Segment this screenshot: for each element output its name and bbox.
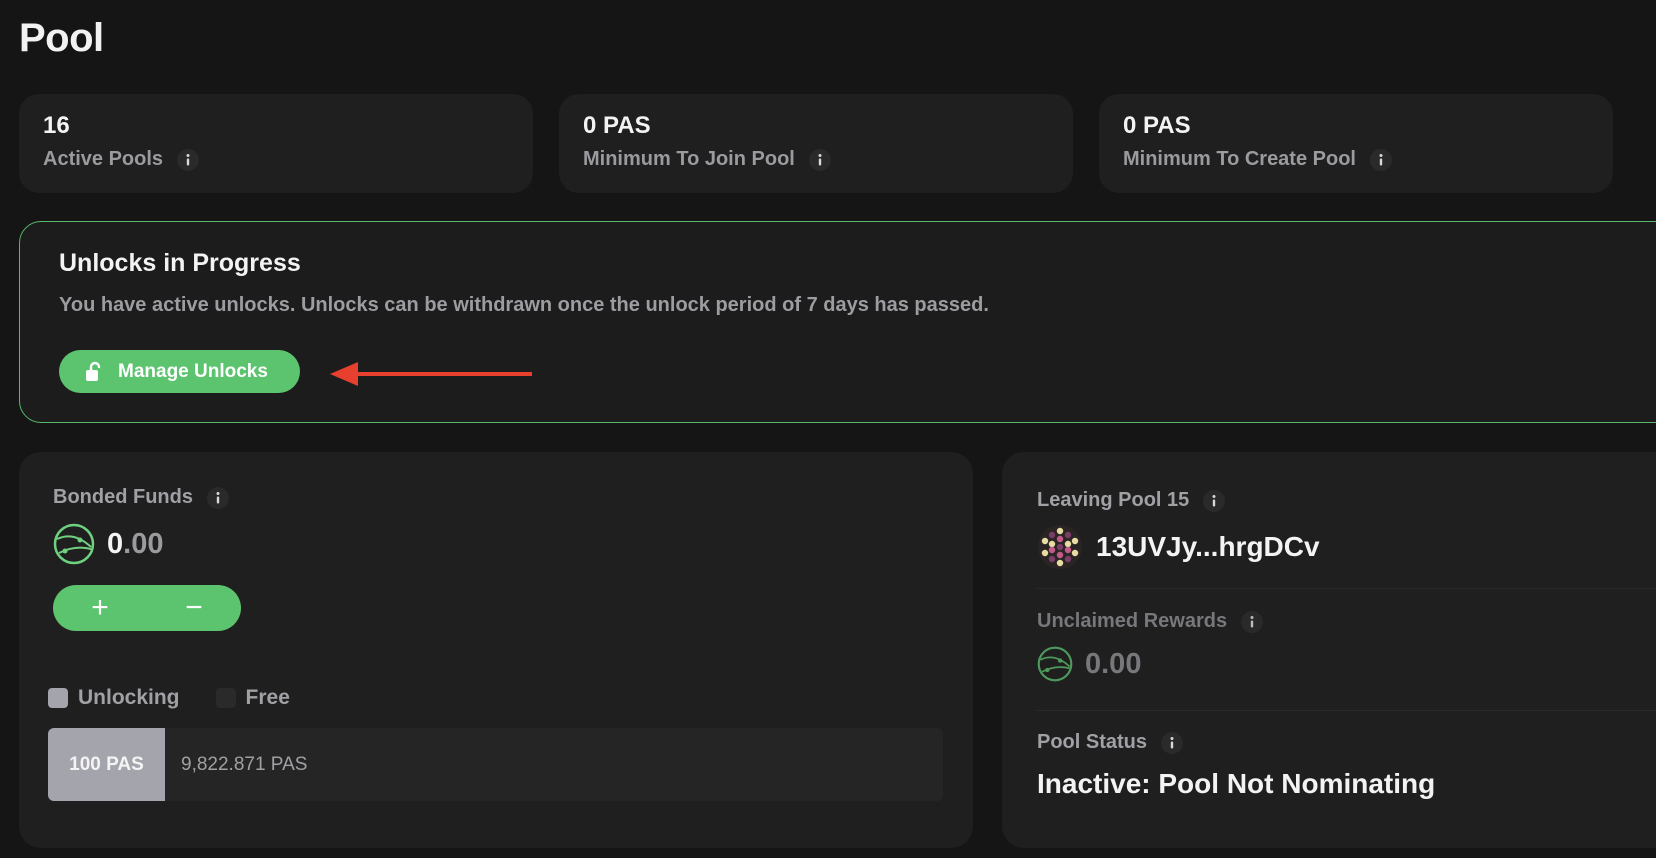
- info-icon[interactable]: [1241, 610, 1264, 633]
- stat-label: Active Pools: [43, 148, 164, 170]
- stat-card-active-pools: 16 Active Pools: [19, 94, 533, 193]
- unbond-button[interactable]: −: [147, 585, 241, 631]
- stat-label: Minimum To Create Pool: [1123, 148, 1356, 170]
- lock-open-icon: [86, 361, 101, 381]
- pool-membership-card: Leaving Pool 15 13UVJy...hrgDCv Unclaime…: [1002, 452, 1656, 848]
- unclaimed-rewards-label: Unclaimed Rewards: [1037, 610, 1228, 632]
- balance-bar: 100 PAS 9,822.871 PAS: [48, 728, 943, 801]
- pool-avatar-icon: [1038, 525, 1082, 569]
- info-icon[interactable]: [1369, 148, 1392, 171]
- stat-value: 0 PAS: [1123, 112, 1191, 139]
- info-icon[interactable]: [206, 486, 229, 509]
- pool-status-label: Pool Status: [1037, 731, 1148, 753]
- unlocks-description: You have active unlocks. Unlocks can be …: [59, 294, 989, 316]
- bonded-funds-card: Bonded Funds 0.00 + − Unlocking Free 100…: [19, 452, 973, 848]
- info-icon[interactable]: [1203, 489, 1226, 512]
- unlocks-title: Unlocks in Progress: [59, 249, 301, 277]
- manage-unlocks-label: Manage Unlocks: [118, 360, 268, 382]
- bonded-amount: 0.00: [107, 527, 164, 560]
- legend-label: Unlocking: [78, 686, 180, 709]
- token-icon: [1037, 646, 1073, 682]
- stat-card-min-create: 0 PAS Minimum To Create Pool: [1099, 94, 1613, 193]
- legend-label: Free: [245, 686, 290, 709]
- legend-swatch: [48, 688, 68, 708]
- bar-segment-free: 9,822.871 PAS: [181, 753, 308, 775]
- info-icon[interactable]: [177, 148, 200, 171]
- bar-segment-unlocking: 100 PAS: [48, 728, 165, 801]
- legend-swatch: [215, 688, 236, 708]
- arrow-icon: [330, 362, 532, 386]
- divider: [1037, 588, 1656, 589]
- token-icon: [53, 523, 95, 565]
- bond-button-group: + −: [53, 585, 241, 631]
- page-title: Pool: [19, 16, 104, 60]
- leaving-pool-label: Leaving Pool 15: [1037, 489, 1190, 511]
- divider: [1037, 710, 1656, 711]
- stat-card-min-join: 0 PAS Minimum To Join Pool: [559, 94, 1073, 193]
- pool-status-value: Inactive: Pool Not Nominating: [1037, 768, 1436, 799]
- pool-page: Pool 16 Active Pools 0 PAS Minimum To Jo…: [0, 0, 1656, 858]
- stat-value: 0 PAS: [583, 112, 651, 139]
- pool-address[interactable]: 13UVJy...hrgDCv: [1096, 531, 1320, 563]
- legend-item-free: Free: [215, 686, 290, 710]
- bond-more-button[interactable]: +: [53, 585, 147, 631]
- unlocks-card: Unlocks in Progress You have active unlo…: [19, 221, 1656, 423]
- bonded-funds-label: Bonded Funds: [53, 486, 193, 508]
- balance-legend: Unlocking Free: [48, 686, 326, 710]
- stat-value: 16: [43, 112, 70, 139]
- info-icon[interactable]: [808, 148, 831, 171]
- info-icon[interactable]: [1161, 731, 1184, 754]
- unclaimed-rewards-amount: 0.00: [1085, 647, 1142, 680]
- legend-item-unlocking: Unlocking: [48, 686, 180, 710]
- stat-label: Minimum To Join Pool: [583, 148, 795, 170]
- manage-unlocks-button[interactable]: Manage Unlocks: [59, 350, 300, 393]
